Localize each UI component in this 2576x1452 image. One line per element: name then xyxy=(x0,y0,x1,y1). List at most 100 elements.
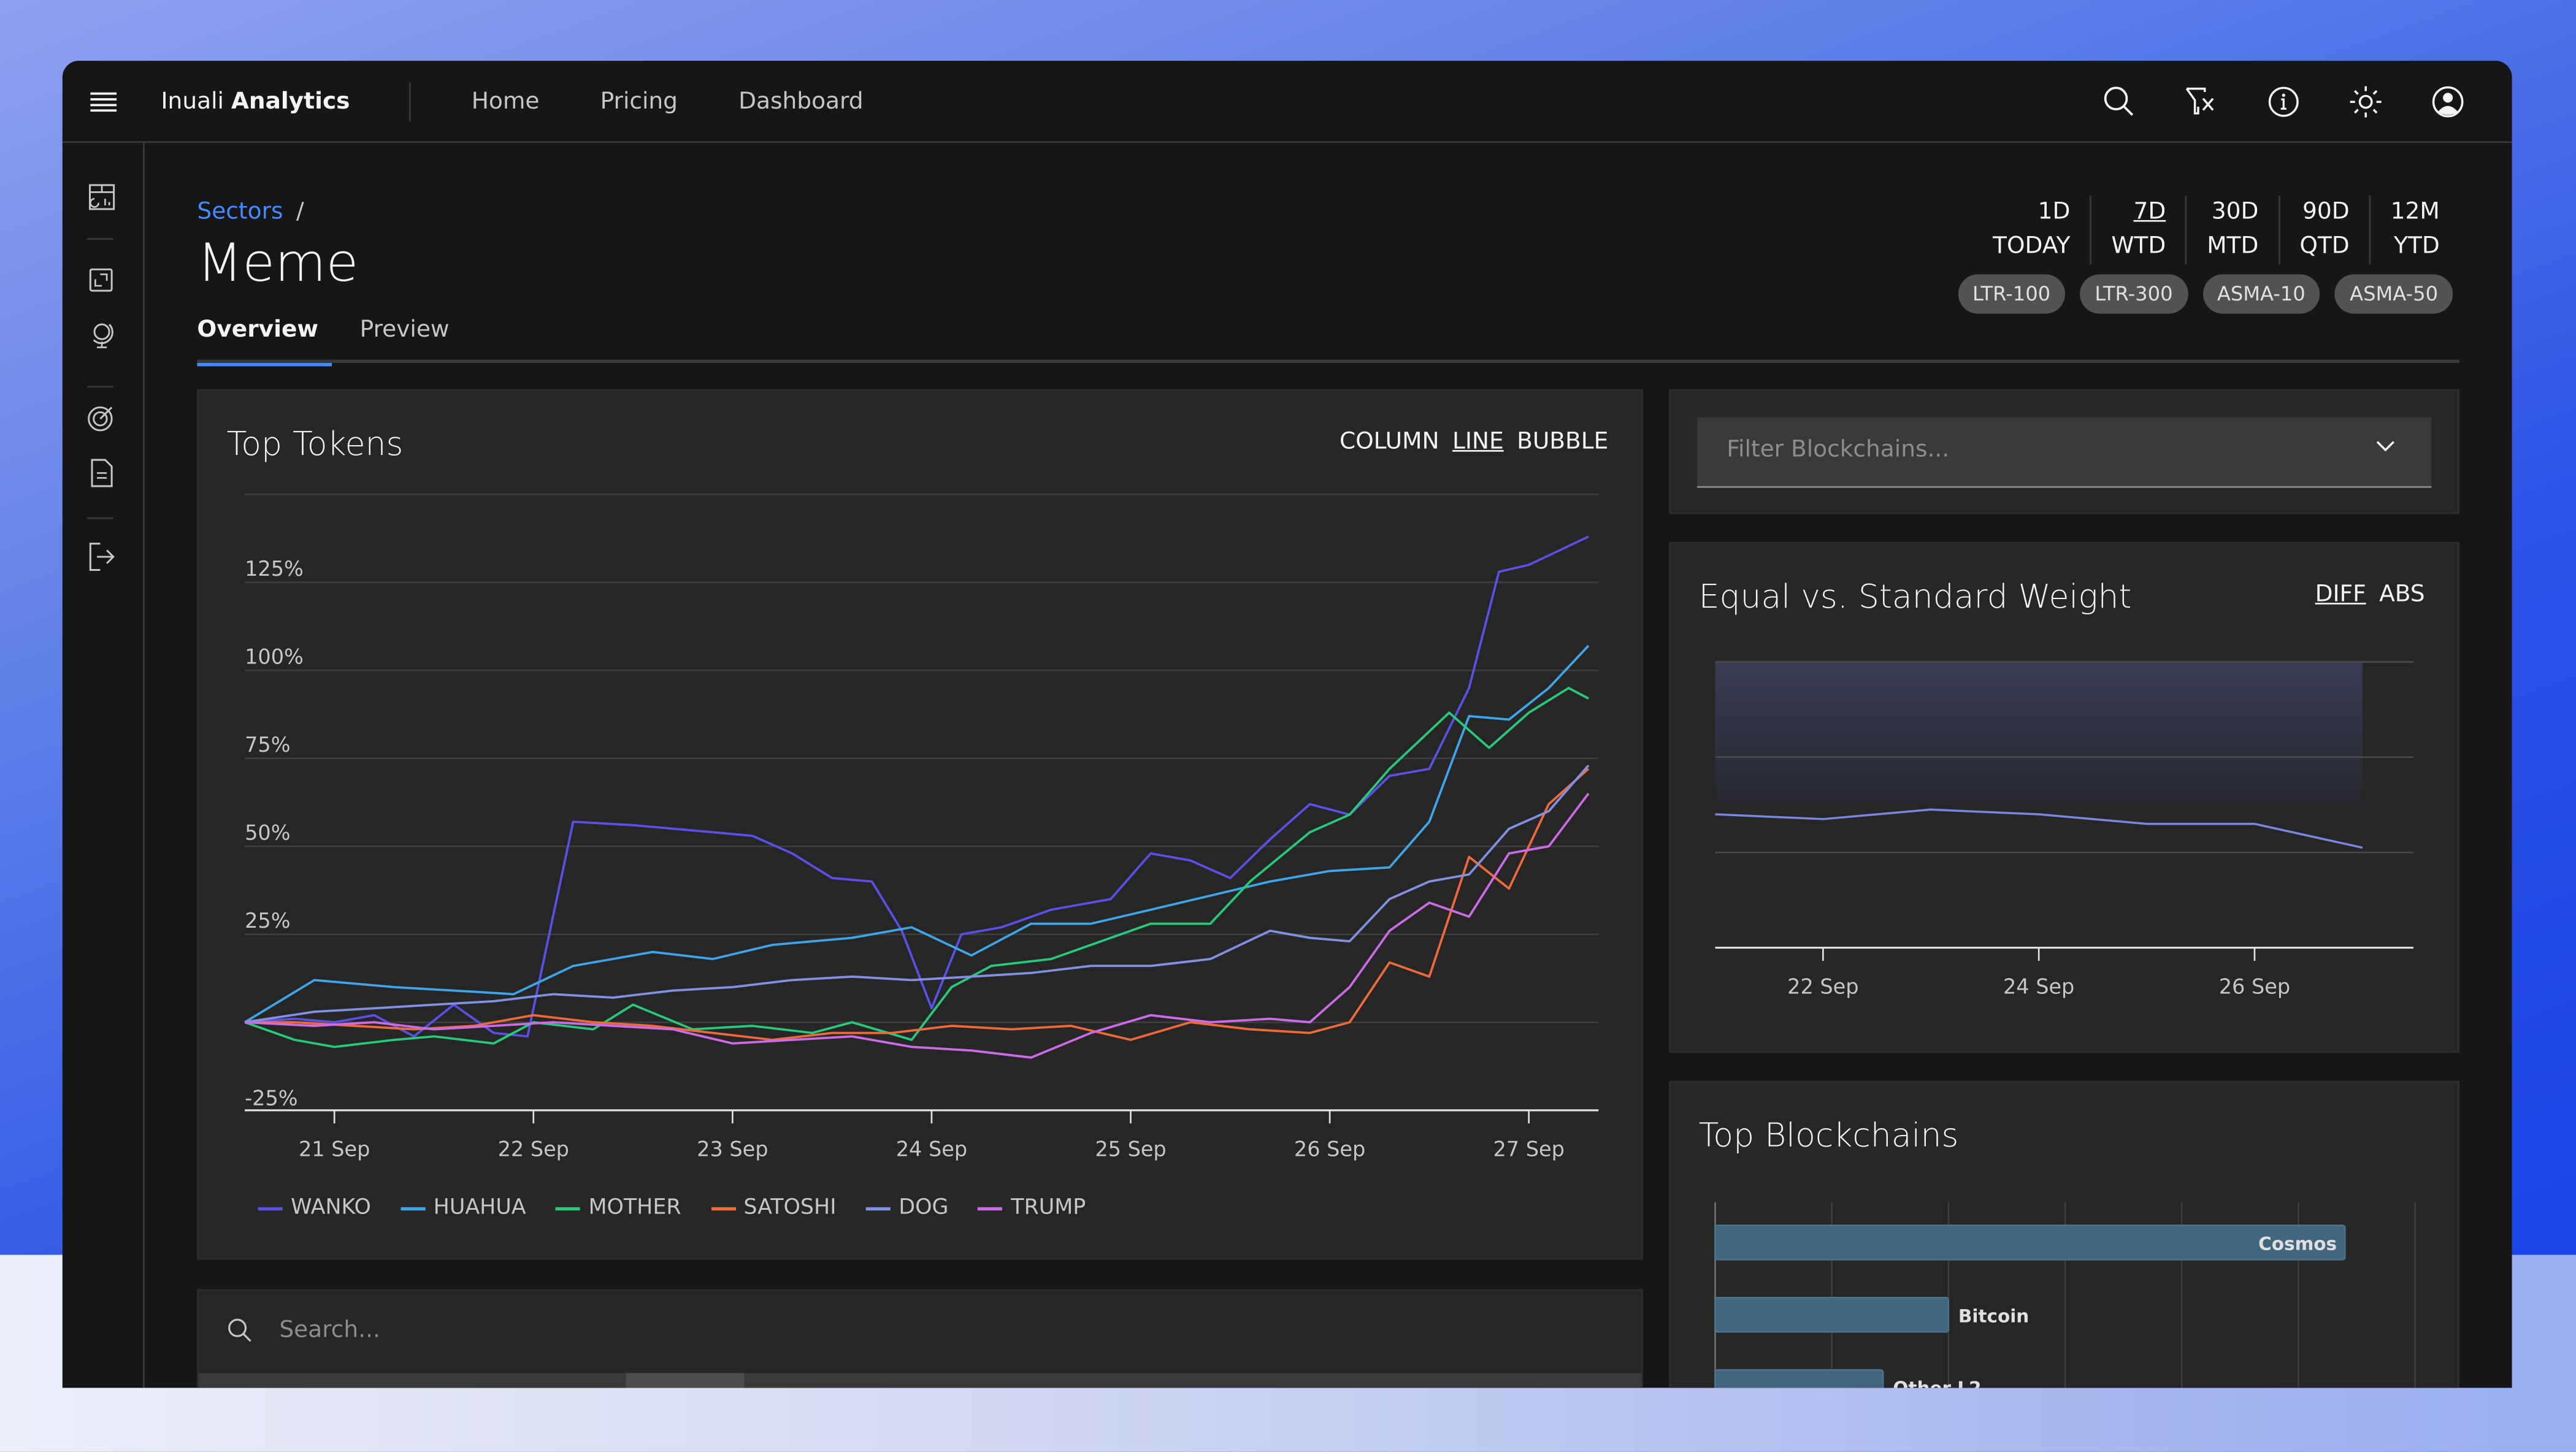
period-sublabel: QTD xyxy=(2299,233,2350,260)
bar-other-l2[interactable] xyxy=(1714,1369,1884,1388)
chip-asma-10[interactable]: ASMA-10 xyxy=(2202,274,2320,314)
legend-item-satoshi[interactable]: SATOSHI xyxy=(710,1196,836,1220)
nav-pricing[interactable]: Pricing xyxy=(600,88,678,114)
sidebar-item-globe[interactable] xyxy=(87,320,117,350)
logout-icon xyxy=(89,543,115,571)
top-bar: Inuali Analytics Home Pricing Dashboard xyxy=(62,61,2512,143)
period-12m[interactable]: 12M YTD xyxy=(2369,195,2459,265)
filter-placeholder: Filter Blockchains... xyxy=(1727,437,1950,464)
breadcrumb-sectors-link[interactable]: Sectors xyxy=(197,199,283,225)
theme-toggle-button[interactable] xyxy=(2325,61,2407,141)
filter-blockchains-dropdown[interactable]: Filter Blockchains... xyxy=(1696,417,2432,488)
page-tabs: Overview Preview xyxy=(197,310,2459,367)
info-button[interactable] xyxy=(2242,61,2325,141)
legend-item-dog[interactable]: DOG xyxy=(865,1196,949,1221)
search-icon xyxy=(2104,86,2134,115)
filter-panel: Filter Blockchains... xyxy=(1669,389,2459,514)
breadcrumb-separator: / xyxy=(296,199,304,225)
top-tokens-panel: Top Tokens COLUMN LINE BUBBLE -25% 25% 50%… xyxy=(197,389,1643,1260)
period-sublabel: YTD xyxy=(2394,233,2440,260)
y-tick-label: 125% xyxy=(245,557,304,581)
y-tick-label: 100% xyxy=(245,645,304,669)
legend-item-wanko[interactable]: WANKO xyxy=(258,1196,371,1220)
sidebar-item-target[interactable] xyxy=(87,404,117,434)
brand-light: Inuali xyxy=(161,88,224,115)
legend-item-trump[interactable]: TRUMP xyxy=(978,1196,1086,1220)
menu-button[interactable] xyxy=(63,61,145,141)
search-button[interactable] xyxy=(2078,61,2160,141)
x-tick-label: 24 Sep xyxy=(2003,975,2074,999)
shaded-band xyxy=(1715,662,2363,805)
period-label: 90D xyxy=(2302,199,2350,225)
tab-preview[interactable]: Preview xyxy=(360,317,450,343)
hamburger-icon xyxy=(90,91,117,111)
sidebar-divider xyxy=(86,238,113,240)
sidebar-item-logout[interactable] xyxy=(87,542,117,571)
nav-dashboard[interactable]: Dashboard xyxy=(738,88,863,114)
main-nav: Home Pricing Dashboard xyxy=(411,88,864,114)
series-line-trump[interactable] xyxy=(245,792,1590,1059)
dashboard-icon xyxy=(89,184,115,210)
target-icon xyxy=(88,406,113,432)
period-label: 12M xyxy=(2390,199,2440,225)
legend-swatch xyxy=(555,1206,581,1210)
legend-item-huahua[interactable]: HUAHUA xyxy=(401,1196,526,1220)
chip-asma-50[interactable]: ASMA-50 xyxy=(2335,274,2453,314)
legend-swatch xyxy=(258,1206,283,1210)
series-line-dog[interactable] xyxy=(244,764,1590,1024)
chip-ltr-100[interactable]: LTR-100 xyxy=(1957,274,2066,314)
scrollbar-thumb[interactable] xyxy=(626,1373,745,1388)
bar-label: Bitcoin xyxy=(1958,1305,2029,1326)
bar-label: Cosmos xyxy=(2258,1233,2337,1254)
period-selector: 1D TODAY 7D WTD 30D MTD 90D QTD 12M YTD xyxy=(1973,195,2459,265)
weight-chart: 22 Sep 24 Sep 26 Sep xyxy=(1715,661,2413,999)
clear-filters-button[interactable] xyxy=(2160,61,2242,141)
x-tick-label: 22 Sep xyxy=(498,1137,569,1161)
period-sublabel: TODAY xyxy=(1993,233,2071,260)
period-label: 30D xyxy=(2211,199,2259,225)
weight-line[interactable] xyxy=(1715,808,2363,849)
x-tick-label: 22 Sep xyxy=(1787,975,1858,999)
period-90d[interactable]: 90D QTD xyxy=(2278,195,2369,265)
tab-overview[interactable]: Overview xyxy=(197,317,332,367)
bar-bitcoin[interactable] xyxy=(1714,1297,1949,1333)
y-tick-label: -25% xyxy=(245,1087,297,1110)
search-icon xyxy=(228,1318,251,1342)
expand-icon xyxy=(89,268,113,292)
legend-item-mother[interactable]: MOTHER xyxy=(555,1196,681,1220)
breadcrumb: Sectors / xyxy=(197,199,304,225)
nav-home[interactable]: Home xyxy=(472,88,540,114)
chip-ltr-300[interactable]: LTR-300 xyxy=(2080,274,2188,314)
user-profile-button[interactable] xyxy=(2407,61,2489,141)
period-30d[interactable]: 30D MTD xyxy=(2185,195,2278,265)
desktop-background: Inuali Analytics Home Pricing Dashboard xyxy=(0,0,2576,1452)
page-title: Meme xyxy=(197,231,359,294)
legend-swatch xyxy=(865,1206,891,1210)
brand[interactable]: Inuali Analytics xyxy=(145,81,411,121)
series-line-wanko[interactable] xyxy=(244,535,1589,1038)
search-input[interactable]: Search... xyxy=(279,1317,380,1343)
period-label: 1D xyxy=(2037,199,2071,225)
period-1d[interactable]: 1D TODAY xyxy=(1973,196,2090,265)
sidebar-item-dashboard[interactable] xyxy=(87,182,117,212)
info-icon xyxy=(2268,86,2299,117)
bar-label: Other L2 xyxy=(1893,1378,1981,1388)
bar-cosmos[interactable] xyxy=(1714,1225,2346,1261)
period-label: 7D xyxy=(2133,199,2166,225)
user-avatar-icon xyxy=(2432,85,2464,117)
horizontal-scrollbar[interactable] xyxy=(199,1373,1641,1388)
app-window: Inuali Analytics Home Pricing Dashboard xyxy=(62,61,2512,1388)
top-blockchains-panel: Top Blockchains Cosmos Bitcoin Other L2 xyxy=(1669,1080,2459,1388)
legend-label: DOG xyxy=(899,1196,949,1221)
sidebar-item-expand[interactable] xyxy=(87,266,117,296)
x-tick-label: 24 Sep xyxy=(896,1137,967,1161)
x-tick-label: 27 Sep xyxy=(1493,1137,1565,1161)
sidebar-item-document[interactable] xyxy=(87,458,117,487)
legend-label: TRUMP xyxy=(1011,1196,1086,1221)
period-7d[interactable]: 7D WTD xyxy=(2090,195,2186,265)
period-sublabel: WTD xyxy=(2111,233,2166,260)
x-tick-label: 21 Sep xyxy=(299,1137,370,1161)
series-line-satoshi[interactable] xyxy=(245,768,1590,1041)
legend-swatch xyxy=(401,1206,426,1210)
index-chips: LTR-100 LTR-300 ASMA-10 ASMA-50 xyxy=(1957,274,2453,314)
